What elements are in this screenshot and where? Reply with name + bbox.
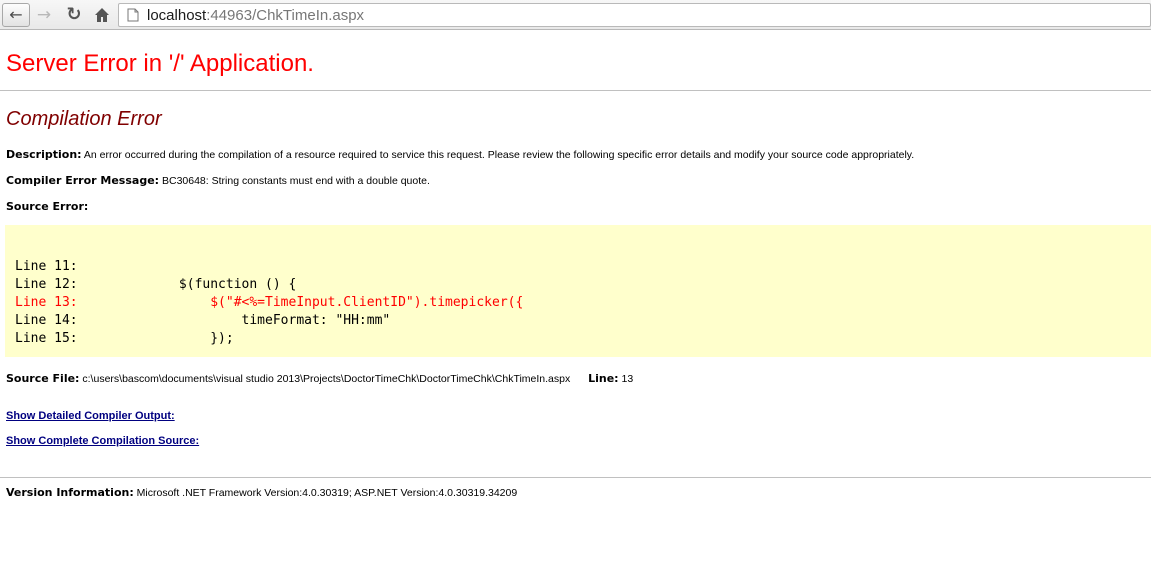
reload-icon: ↻ bbox=[66, 4, 82, 25]
divider bbox=[0, 477, 1151, 478]
divider bbox=[0, 90, 1151, 91]
code-lines: Line 11: Line 12: $(function () {Line 13:… bbox=[15, 258, 523, 348]
browser-toolbar: ← → ↻ localhost:44963/ChkTimeIn.aspx bbox=[0, 0, 1151, 30]
code-line-text: }); bbox=[85, 331, 234, 346]
compiler-error-text: BC30648: String constants must end with … bbox=[161, 175, 430, 187]
code-line-number: Line 14: bbox=[15, 313, 78, 328]
version-info-line: Version Information: Microsoft .NET Fram… bbox=[6, 486, 517, 499]
source-code-box: Line 11: Line 12: $(function () {Line 13:… bbox=[5, 225, 1151, 357]
show-detailed-output-link[interactable]: Show Detailed Compiler Output: bbox=[6, 410, 175, 422]
code-line: Line 12: $(function () { bbox=[15, 276, 523, 294]
line-value: 13 bbox=[621, 373, 634, 385]
code-line-number: Line 12: bbox=[15, 277, 78, 292]
back-button[interactable]: ← bbox=[2, 3, 30, 27]
source-error-label: Source Error: bbox=[6, 200, 89, 213]
back-icon: ← bbox=[9, 5, 23, 24]
code-line: Line 14: timeFormat: "HH:mm" bbox=[15, 312, 523, 330]
reload-button[interactable]: ↻ bbox=[62, 4, 86, 26]
url-text: localhost:44963/ChkTimeIn.aspx bbox=[147, 7, 364, 24]
forward-icon: → bbox=[36, 4, 52, 25]
version-label: Version Information: bbox=[6, 486, 134, 499]
description-label: Description: bbox=[6, 148, 82, 161]
url-path: :44963/ChkTimeIn.aspx bbox=[206, 6, 365, 24]
error-heading: Compilation Error bbox=[6, 108, 162, 130]
code-line-number: Line 11: bbox=[15, 259, 78, 274]
source-file-label: Source File: bbox=[6, 372, 80, 385]
forward-button[interactable]: → bbox=[33, 4, 55, 26]
page-icon bbox=[127, 8, 139, 22]
code-line-number: Line 15: bbox=[15, 331, 78, 346]
home-icon bbox=[95, 8, 109, 22]
address-bar[interactable]: localhost:44963/ChkTimeIn.aspx bbox=[118, 3, 1151, 27]
compiler-error-label: Compiler Error Message: bbox=[6, 174, 160, 187]
version-text: Microsoft .NET Framework Version:4.0.303… bbox=[136, 487, 518, 499]
description-line: Description: An error occurred during th… bbox=[6, 148, 914, 161]
code-line: Line 11: bbox=[15, 258, 523, 276]
code-line-text: $(function () { bbox=[85, 277, 297, 292]
url-host: localhost bbox=[147, 6, 207, 24]
show-complete-source-link[interactable]: Show Complete Compilation Source: bbox=[6, 435, 199, 447]
source-file-path: c:\users\bascom\documents\visual studio … bbox=[82, 373, 571, 385]
code-line: Line 15: }); bbox=[15, 330, 523, 348]
code-line-text: timeFormat: "HH:mm" bbox=[85, 313, 391, 328]
source-error-line: Source Error: bbox=[6, 200, 88, 213]
code-line-number: Line 13: bbox=[15, 295, 78, 310]
source-file-line: Source File: c:\users\bascom\documents\v… bbox=[6, 372, 633, 385]
home-button[interactable] bbox=[91, 4, 113, 26]
code-line-text: $("#<%=TimeInput.ClientID").timepicker({ bbox=[85, 295, 524, 310]
page-title: Server Error in '/' Application. bbox=[6, 50, 314, 77]
code-line-error: Line 13: $("#<%=TimeInput.ClientID").tim… bbox=[15, 294, 523, 312]
description-text: An error occurred during the compilation… bbox=[83, 149, 915, 161]
compiler-error-line: Compiler Error Message: BC30648: String … bbox=[6, 174, 430, 187]
line-label: Line: bbox=[588, 372, 619, 385]
